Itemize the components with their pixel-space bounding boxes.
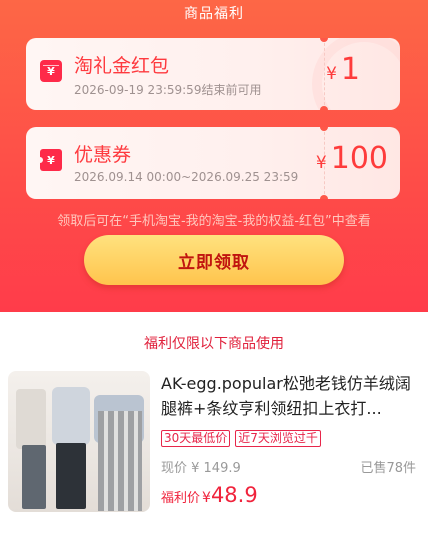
red-envelope-icon: ¥ xyxy=(40,60,62,82)
coupon-icon: ¥ xyxy=(37,149,62,171)
card-notch xyxy=(320,38,328,42)
sold-count: 已售78件 xyxy=(360,461,416,476)
red-envelope-card[interactable]: ¥ 淘礼金红包 2026-09-19 23:59:59结束前可用 ¥1 xyxy=(26,38,400,110)
product-tags: 30天最低价 近7天浏览过千 xyxy=(161,427,326,447)
product-item[interactable]: AK-egg.popular松弛老钱仿羊绒阔腿裤+条纹亨利领纽扣上衣打... 3… xyxy=(8,371,420,515)
card-expiry: 2026-09-19 23:59:59结束前可用 xyxy=(74,83,262,97)
product-title[interactable]: AK-egg.popular松弛老钱仿羊绒阔腿裤+条纹亨利领纽扣上衣打... xyxy=(161,371,416,421)
card-notch xyxy=(320,106,328,110)
current-price: 现价 ¥ 149.9 xyxy=(161,461,241,476)
card-name: 优惠券 xyxy=(74,144,132,166)
currency-symbol: ¥ xyxy=(202,490,211,506)
welfare-price: 福利价 ¥48.9 xyxy=(161,483,258,507)
welfare-price-value: 48.9 xyxy=(210,483,258,507)
claim-now-button[interactable]: 立即领取 xyxy=(84,235,344,285)
product-thumbnail[interactable] xyxy=(8,371,150,512)
card-value: ¥100 xyxy=(316,141,388,176)
card-amount: 1 xyxy=(340,52,360,87)
thumbnail-garment xyxy=(52,387,90,445)
welfare-price-label: 福利价 xyxy=(161,491,201,506)
product-tag: 近7天浏览过千 xyxy=(235,430,321,447)
card-value: ¥1 xyxy=(326,52,360,87)
currency-symbol: ¥ xyxy=(315,153,327,173)
welfare-header-panel: 商品福利 ¥ 淘礼金红包 2026-09-19 23:59:59结束前可用 ¥1… xyxy=(0,0,428,312)
thumbnail-garment xyxy=(16,389,46,449)
thumbnail-garment xyxy=(56,443,86,509)
currency-symbol: ¥ xyxy=(326,64,337,84)
page-title: 商品福利 xyxy=(184,6,244,22)
card-notch xyxy=(320,195,328,199)
thumbnail-garment xyxy=(22,445,46,509)
card-divider xyxy=(324,38,325,110)
section-title: 福利仅限以下商品使用 xyxy=(144,336,284,352)
card-name: 淘礼金红包 xyxy=(74,55,170,77)
card-notch xyxy=(320,127,328,131)
thumbnail-garment xyxy=(98,411,142,511)
coupon-card[interactable]: ¥ 优惠券 2026.09.14 00:00~2026.09.25 23:59 … xyxy=(26,127,400,199)
claim-tip: 领取后可在“手机淘宝-我的淘宝-我的权益-红包”中查看 xyxy=(57,214,371,229)
product-tag: 30天最低价 xyxy=(161,430,231,447)
card-validity: 2026.09.14 00:00~2026.09.25 23:59 xyxy=(74,170,299,184)
card-amount: 100 xyxy=(330,141,388,176)
